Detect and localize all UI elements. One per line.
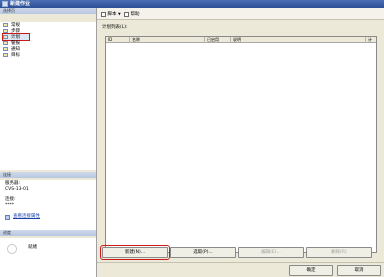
page-icon	[3, 47, 8, 51]
help-icon	[124, 11, 129, 17]
schedules-page: 计划列表(L): ID 名称 已启用 说明 计	[101, 20, 380, 263]
chevron-down-icon: ▼	[118, 12, 121, 16]
remove-schedule-button[interactable]: 删除(R)	[306, 247, 372, 258]
connection-header: 连接	[0, 172, 96, 178]
title-bar: 新建作业	[0, 0, 384, 8]
page-icon	[3, 23, 8, 27]
server-value: CVS-13-01	[5, 187, 29, 192]
window-title: 新建作业	[10, 1, 31, 7]
new-job-dialog: 新建作业 选择页 常规 步骤 计划 警报 通知 目标 连接 服务器: CVS-1…	[0, 0, 384, 277]
grid-header: ID 名称 已启用 说明 计	[106, 37, 376, 43]
page-item-targets[interactable]: 目标	[3, 52, 43, 58]
page-icon	[3, 29, 8, 33]
help-button[interactable]: 帮助	[124, 11, 140, 17]
page-icon	[3, 53, 8, 57]
progress-spinner-icon	[7, 244, 17, 254]
edit-schedule-button[interactable]: 编辑(E)...	[238, 247, 304, 258]
script-label: 脚本	[107, 12, 117, 17]
new-schedule-button[interactable]: 新建(N)...	[100, 245, 170, 260]
connection-value: ****	[5, 203, 14, 208]
left-pane: 选择页 常规 步骤 计划 警报 通知 目标 连接 服务器: CVS-13-01 …	[0, 8, 97, 277]
page-icon	[3, 41, 8, 45]
page-item-label: 目标	[11, 53, 20, 58]
cancel-button[interactable]: 取消	[337, 265, 381, 276]
column-description[interactable]: 说明	[231, 37, 366, 43]
window-icon	[2, 1, 8, 7]
toolbar: 脚本 ▼ 帮助	[97, 8, 384, 20]
help-label: 帮助	[130, 12, 140, 17]
column-name[interactable]: 名称	[130, 37, 205, 43]
column-truncated[interactable]: 计	[366, 37, 376, 43]
column-enabled[interactable]: 已启用	[205, 37, 231, 43]
column-id[interactable]: ID	[106, 37, 130, 43]
schedule-list-label: 计划列表(L):	[102, 25, 128, 30]
schedule-grid[interactable]: ID 名称 已启用 说明 计	[105, 36, 377, 253]
footer-divider	[97, 262, 384, 263]
ok-button[interactable]: 确定	[289, 265, 333, 276]
view-connection-properties-link[interactable]: 查看连接属性	[13, 214, 40, 220]
connection-panel: 服务器: CVS-13-01 连接: **** 查看连接属性	[0, 180, 96, 230]
progress-status: 就绪	[28, 245, 37, 250]
select-page-header: 选择页	[0, 8, 96, 14]
connection-properties-icon	[5, 215, 10, 220]
progress-panel: 就绪	[0, 238, 96, 277]
page-list: 常规 步骤 计划 警报 通知 目标	[0, 22, 96, 170]
pick-schedule-button[interactable]: 选取(P)...	[170, 247, 236, 258]
progress-header: 进度	[0, 230, 96, 236]
script-button[interactable]: 脚本 ▼	[101, 11, 121, 17]
page-icon	[3, 35, 8, 39]
script-icon	[101, 11, 106, 17]
